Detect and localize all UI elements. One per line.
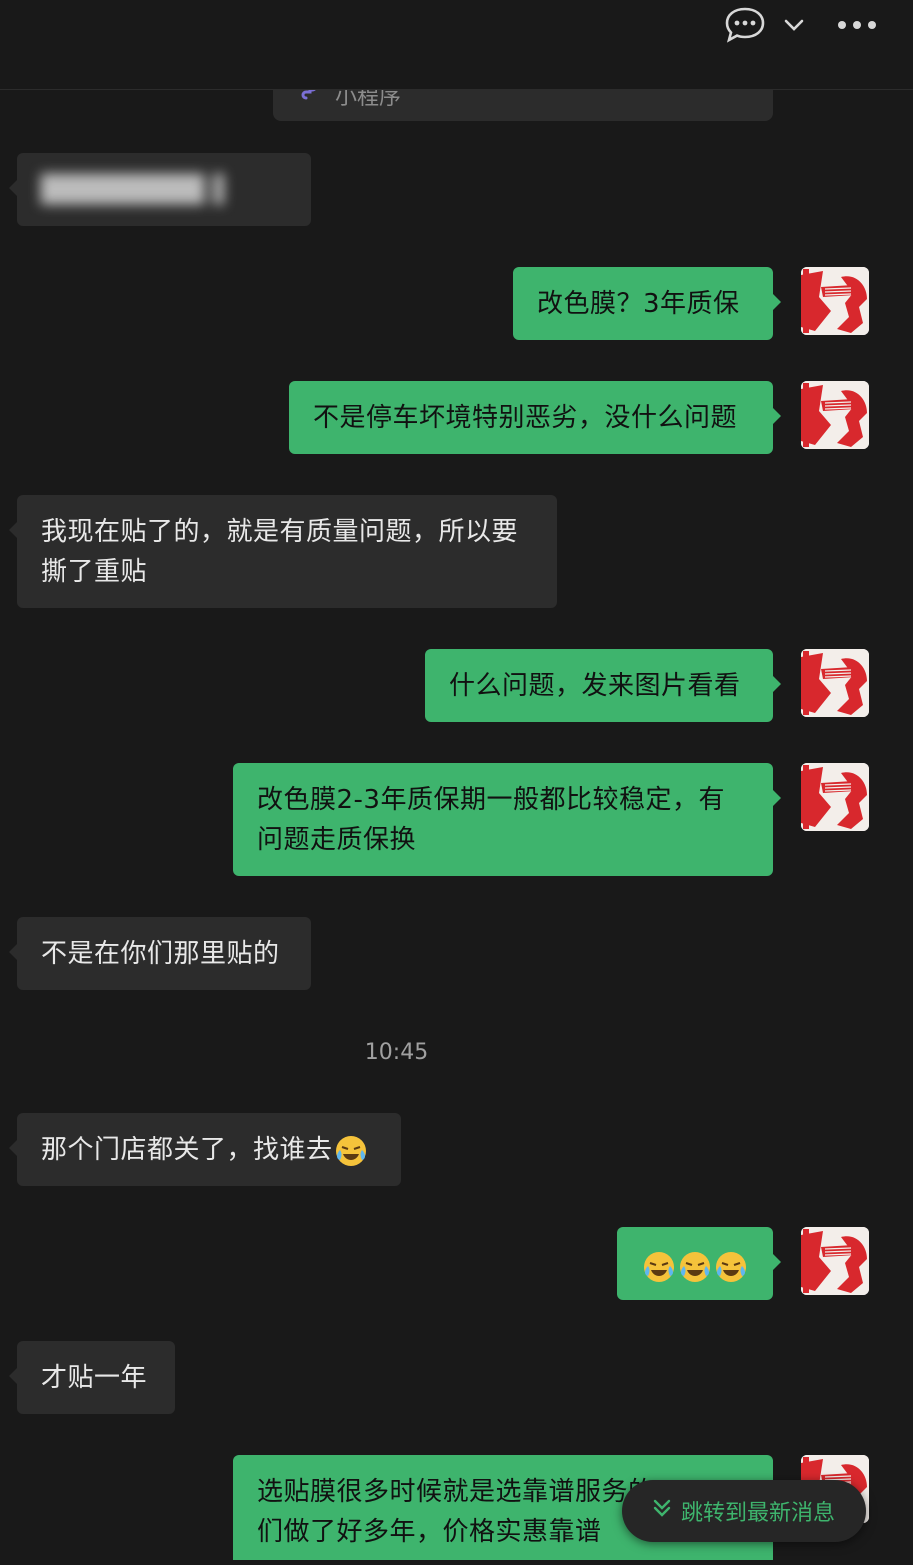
more-icon[interactable] bbox=[834, 10, 880, 40]
message-bubble-outgoing[interactable]: 改色膜2-3年质保期一般都比较稳定，有 问题走质保换 bbox=[233, 763, 781, 876]
avatar[interactable] bbox=[801, 267, 869, 335]
bottom-edge bbox=[0, 1560, 913, 1565]
message-text: 问题走质保换 bbox=[257, 825, 417, 855]
avatar[interactable] bbox=[801, 649, 869, 717]
crying-laughing-emoji-icon bbox=[642, 1250, 676, 1284]
crying-laughing-emoji-icon bbox=[334, 1134, 368, 1168]
message-text: 我现在贴了的，就是有质量问题，所以要 bbox=[41, 517, 519, 547]
message-bubble-incoming[interactable]: 不是在你们那里贴的 bbox=[9, 917, 311, 990]
message-text: 什么问题，发来图片看看 bbox=[449, 671, 741, 701]
jump-to-latest-label: 跳转到最新消息 bbox=[680, 1501, 835, 1526]
message-text: 撕了重贴 bbox=[41, 557, 148, 587]
message-bubble-incoming[interactable]: ████████ ▌ bbox=[9, 153, 311, 226]
message-text: 那个门店都关了，找谁去 bbox=[41, 1135, 333, 1165]
blurred-message-text: ████████ ▌ bbox=[41, 175, 235, 205]
crying-laughing-emoji-icon bbox=[678, 1250, 712, 1284]
chat-bubble-icon[interactable] bbox=[722, 4, 768, 46]
crying-laughing-emoji-icon bbox=[714, 1250, 748, 1284]
message-bubble-incoming[interactable]: 我现在贴了的，就是有质量问题，所以要 撕了重贴 bbox=[9, 495, 557, 608]
jump-to-latest-button[interactable]: 跳转到最新消息 bbox=[622, 1480, 866, 1542]
avatar[interactable] bbox=[801, 381, 869, 449]
message-text: 才贴一年 bbox=[41, 1363, 148, 1393]
avatar[interactable] bbox=[801, 1227, 869, 1295]
message-bubble-outgoing[interactable]: 不是停车坏境特别恶劣，没什么问题 bbox=[289, 381, 781, 454]
message-bubble-outgoing[interactable]: 什么问题，发来图片看看 bbox=[425, 649, 781, 722]
message-bubble-incoming[interactable]: 那个门店都关了，找谁去 bbox=[9, 1113, 401, 1186]
double-chevron-down-icon bbox=[653, 1498, 671, 1524]
avatar[interactable] bbox=[801, 763, 869, 831]
message-text: 不是停车坏境特别恶劣，没什么问题 bbox=[313, 403, 738, 433]
timestamp: 10:45 bbox=[364, 1040, 429, 1065]
message-text: 改色膜？3年质保 bbox=[537, 289, 740, 319]
message-bubble-outgoing[interactable]: 改色膜？3年质保 bbox=[513, 267, 781, 340]
chat-header bbox=[0, 0, 913, 90]
message-text: 改色膜2-3年质保期一般都比较稳定，有 bbox=[257, 785, 725, 815]
chevron-down-icon[interactable] bbox=[780, 10, 808, 40]
message-bubble-incoming[interactable]: 才贴一年 bbox=[9, 1341, 175, 1414]
message-bubble-outgoing[interactable] bbox=[617, 1227, 781, 1300]
message-text: 不是在你们那里贴的 bbox=[41, 939, 280, 969]
